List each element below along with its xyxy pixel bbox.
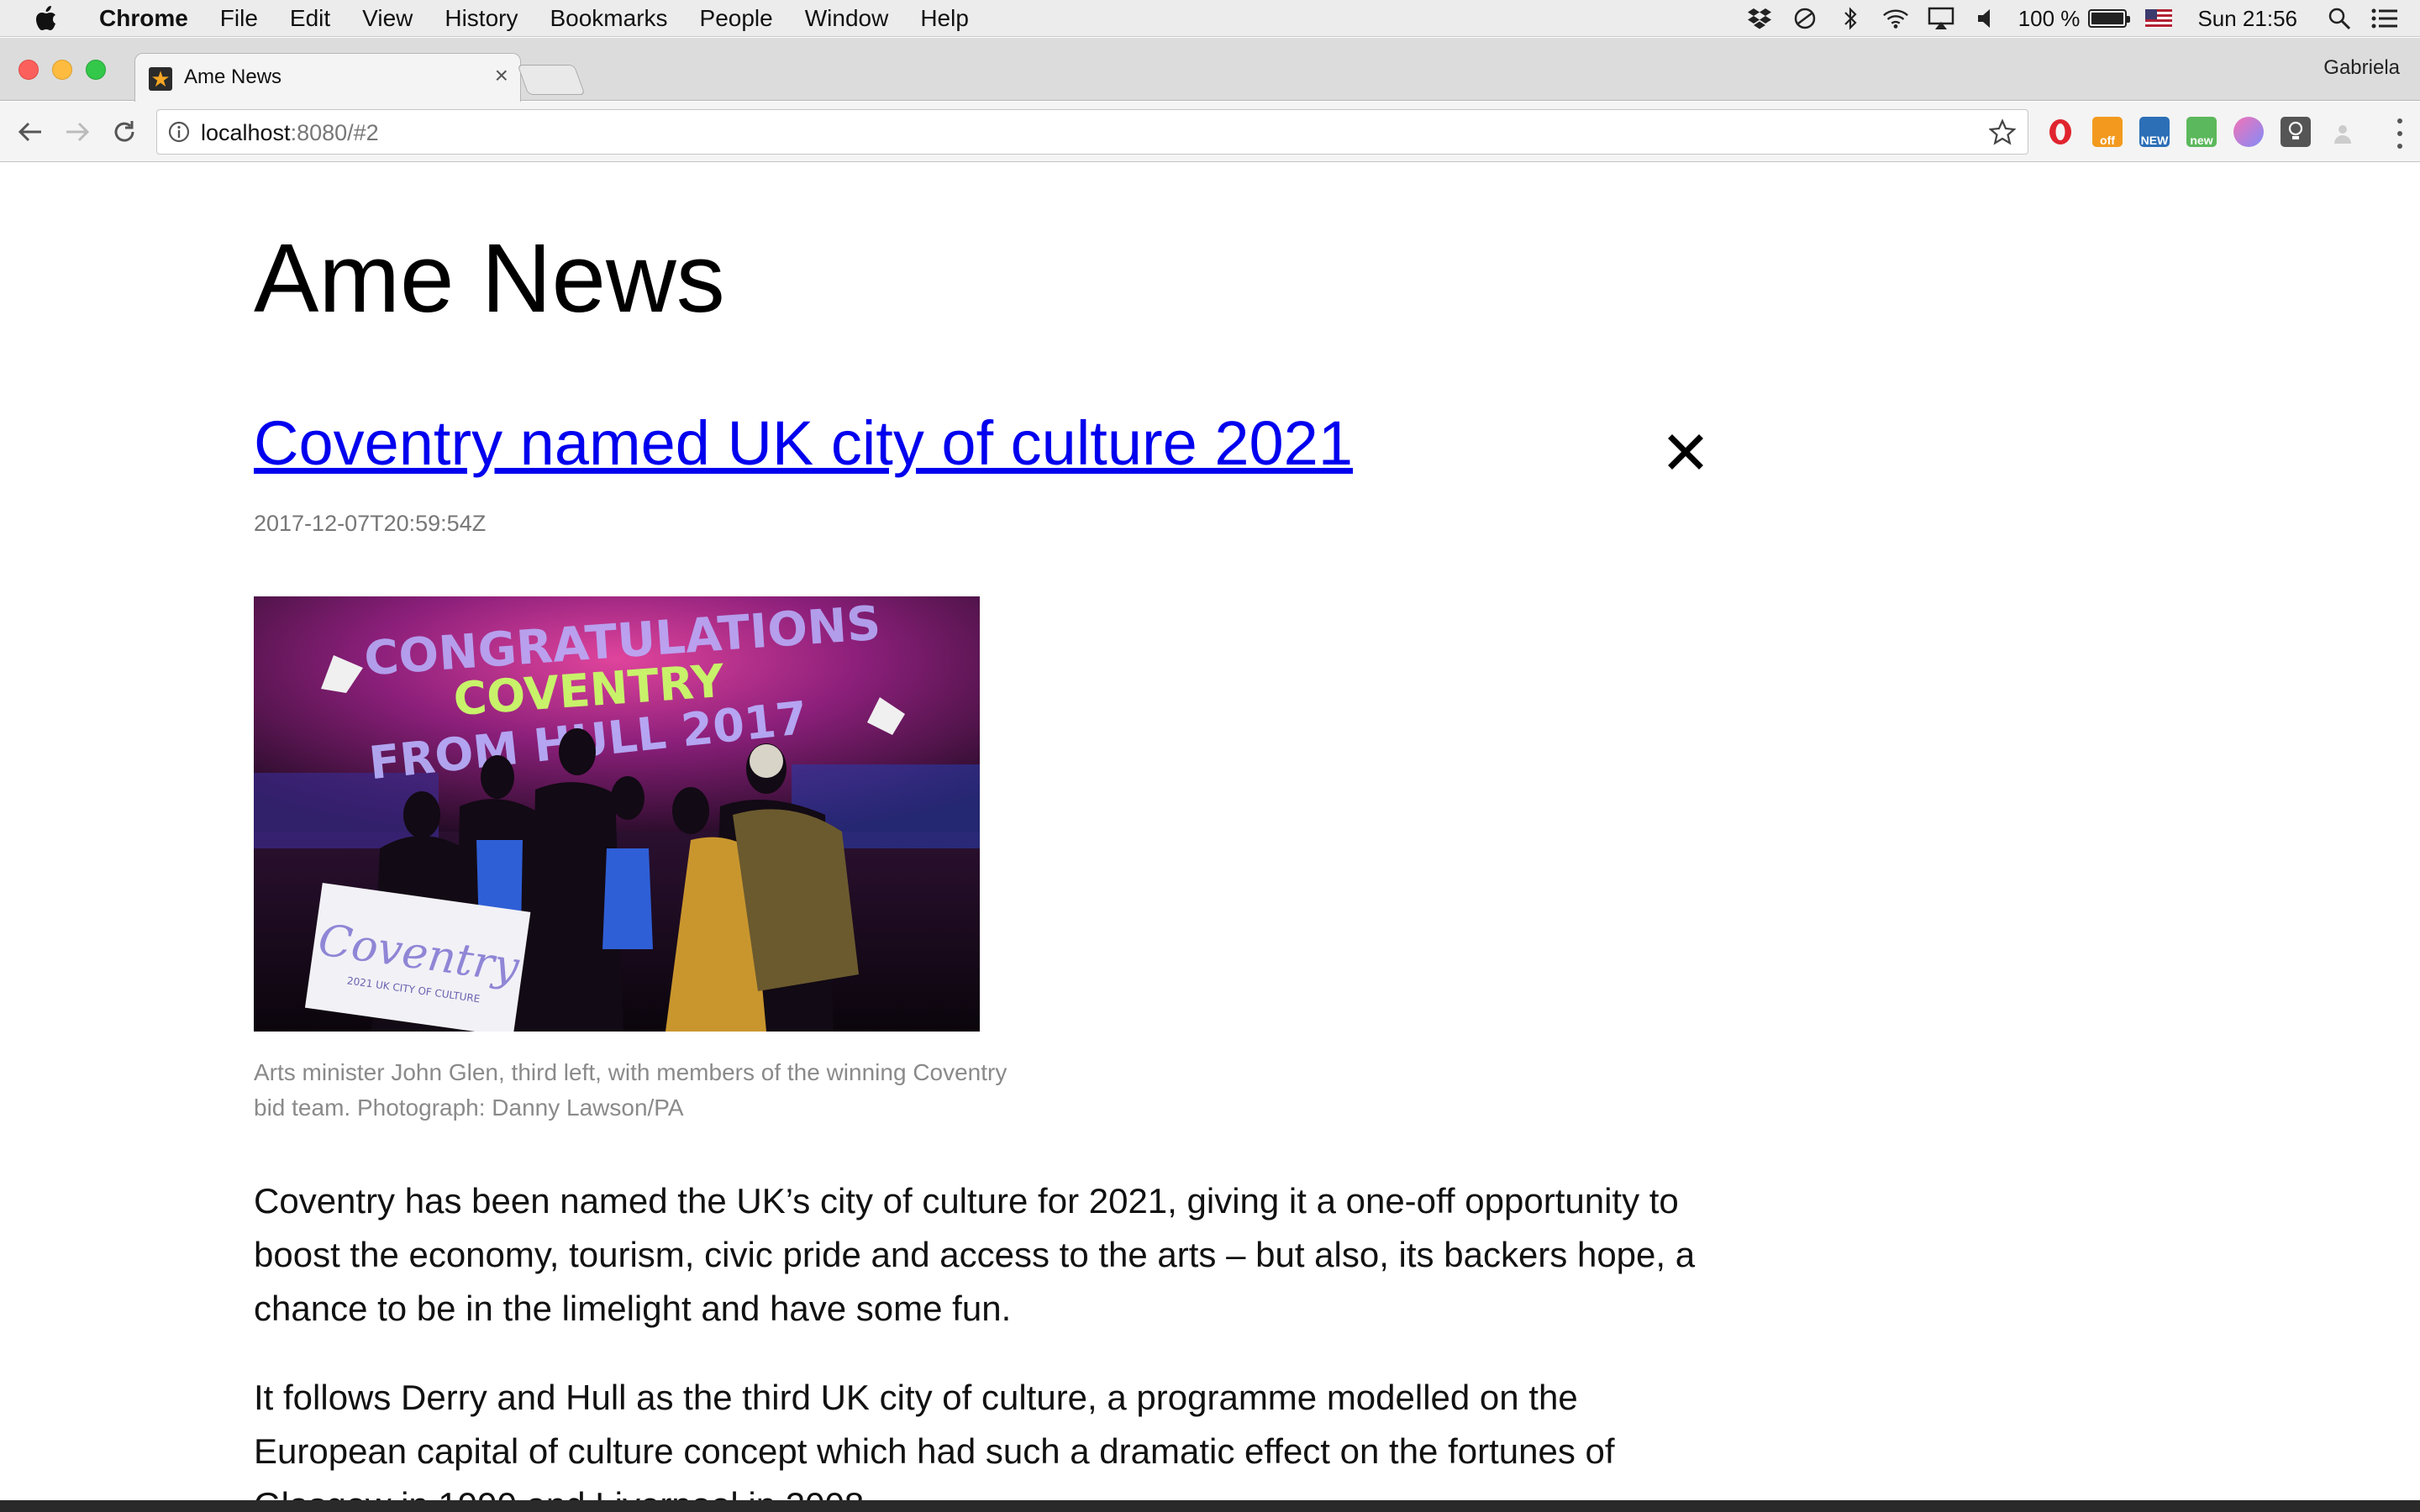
site-info-icon[interactable] <box>167 120 191 144</box>
zoom-window-button[interactable] <box>86 60 106 80</box>
battery-icon[interactable] <box>2088 9 2131 28</box>
bulb-extension-icon[interactable] <box>2281 117 2311 147</box>
menu-history[interactable]: History <box>445 0 518 37</box>
tab-strip: ★ Ame News × Gabriela <box>0 38 2420 102</box>
opera-extension-icon[interactable] <box>2045 117 2075 147</box>
menu-people[interactable]: People <box>700 0 773 37</box>
reload-button[interactable] <box>108 115 141 149</box>
article-headline-link[interactable]: Coventry named UK city of culture 2021 <box>254 407 1353 480</box>
site-title: Ame News <box>254 223 725 333</box>
menu-bar: Chrome File Edit View History Bookmarks … <box>0 0 2420 37</box>
purple-extension-icon[interactable] <box>2233 117 2264 147</box>
menu-window[interactable]: Window <box>805 0 889 37</box>
volume-icon[interactable] <box>1973 5 2000 32</box>
notification-center-icon[interactable] <box>2371 5 2398 32</box>
bookmark-star-icon[interactable] <box>1988 118 2017 145</box>
page-content: Ame News Coventry named UK city of cultu… <box>0 163 2420 1500</box>
dropbox-icon[interactable] <box>1746 5 1773 32</box>
menu-bookmarks[interactable]: Bookmarks <box>550 0 667 37</box>
article-photo: CONGRATULATIONS COVENTRY FROM HULL 2017 … <box>254 596 980 1032</box>
status-area: 100 % Sun 21:56 <box>1728 0 2398 37</box>
photo-caption: Arts minister John Glen, third left, wit… <box>254 1059 1007 1121</box>
browser-toolbar: localhost:8080/#2 off NEW new <box>0 102 2420 162</box>
off-extension-label: off <box>2100 134 2115 147</box>
menu-chrome[interactable]: Chrome <box>99 0 188 37</box>
url-path: :8080/#2 <box>290 120 379 145</box>
flag-us-icon[interactable] <box>2145 5 2173 32</box>
new-green-extension-icon[interactable]: new <box>2186 117 2217 147</box>
wifi-icon[interactable] <box>1882 5 1909 32</box>
apple-icon[interactable] <box>34 5 59 31</box>
new-tab-button[interactable] <box>517 65 586 95</box>
back-button[interactable] <box>13 115 47 149</box>
window-controls <box>18 60 119 80</box>
new-extension-icon[interactable]: NEW <box>2139 117 2170 147</box>
tab-ame-news[interactable]: ★ Ame News × <box>134 53 521 102</box>
menu-file[interactable]: File <box>220 0 258 37</box>
clock[interactable]: Sun 21:56 <box>2197 6 2297 32</box>
url-host: localhost <box>201 120 291 145</box>
screen-bottom-edge <box>0 1500 2420 1512</box>
bluetooth-icon[interactable] <box>1837 5 1864 32</box>
url-text[interactable]: localhost:8080/#2 <box>201 120 379 146</box>
tab-title: Ame News <box>184 66 282 88</box>
close-article-icon[interactable] <box>1664 430 1707 474</box>
airplay-icon[interactable] <box>1928 5 1954 32</box>
chrome-menu-icon[interactable] <box>2395 118 2405 149</box>
forward-button[interactable] <box>60 115 94 149</box>
people-extension-icon[interactable] <box>2328 117 2358 147</box>
new-green-extension-label: new <box>2190 134 2213 147</box>
new-extension-label: NEW <box>2140 134 2169 147</box>
article-paragraph-2: It follows Derry and Hull as the third U… <box>254 1378 1615 1500</box>
minimize-window-button[interactable] <box>52 60 72 80</box>
menu-help[interactable]: Help <box>920 0 969 37</box>
menu-edit[interactable]: Edit <box>290 0 330 37</box>
tab-close-icon[interactable]: × <box>495 62 508 89</box>
menu-view[interactable]: View <box>362 0 413 37</box>
close-window-button[interactable] <box>18 60 39 80</box>
spotlight-icon[interactable] <box>2326 5 2353 32</box>
address-bar[interactable]: localhost:8080/#2 <box>156 109 2028 155</box>
do-not-disturb-icon[interactable] <box>1791 5 1818 32</box>
article-timestamp: 2017-12-07T20:59:54Z <box>254 511 487 536</box>
off-extension-icon[interactable]: off <box>2092 117 2123 147</box>
profile-button[interactable]: Gabriela <box>2323 56 2400 80</box>
article-paragraph-1: Coventry has been named the UK’s city of… <box>254 1181 1696 1328</box>
site-favicon-icon: ★ <box>149 67 172 91</box>
battery-percent: 100 % <box>2018 5 2081 31</box>
